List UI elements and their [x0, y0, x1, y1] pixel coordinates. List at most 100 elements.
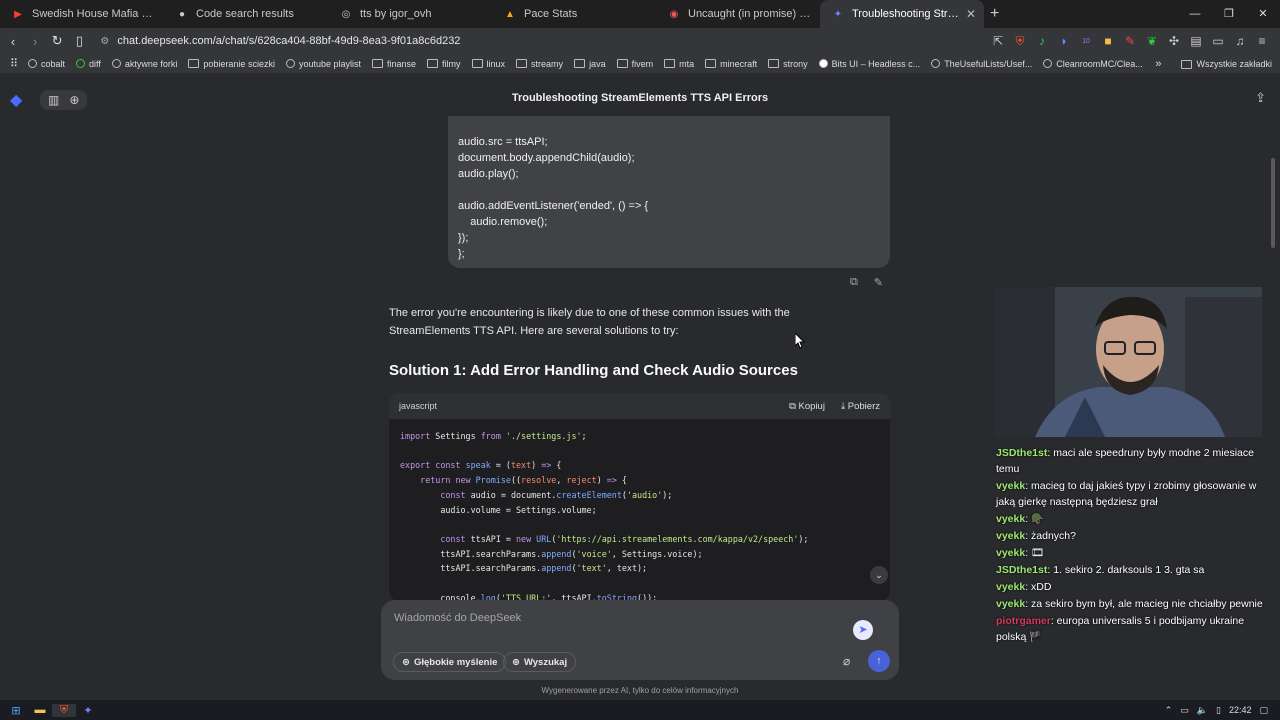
file-explorer-icon[interactable]: ▬ — [28, 704, 52, 716]
tab-3[interactable]: ▲ Pace Stats — [492, 0, 656, 28]
bookmark-favicon-icon — [111, 59, 121, 68]
minimize-icon[interactable]: — — [1178, 0, 1212, 28]
pen-ext-icon[interactable]: ✎ — [1122, 34, 1138, 48]
share-icon[interactable]: ⇪ — [1255, 90, 1266, 106]
chat-line: vyekk: za sekiro bym był, ale macieg nie… — [996, 598, 1263, 610]
folder-icon — [616, 59, 628, 68]
reload-icon[interactable]: ↻ — [48, 33, 66, 49]
all-bookmarks-folder[interactable]: Wszystkie zakładki — [1181, 59, 1272, 69]
copy-icon[interactable]: ⧉ — [850, 276, 858, 289]
browser-tab-strip: ▶Swedish House Mafia - Wait So S ●Code s… — [0, 0, 1280, 28]
tab-1[interactable]: ● Code search results — [164, 0, 328, 28]
share-page-icon[interactable]: ⇱ — [990, 34, 1006, 48]
back-icon[interactable]: ‹ — [4, 34, 22, 49]
chat-line: vyekk: 🪖 — [996, 513, 1045, 525]
bookmark-item[interactable]: CleanroomMC/Clea... — [1043, 59, 1143, 69]
close-tab-icon[interactable]: ✕ — [966, 7, 976, 21]
bookmark-folder[interactable]: filmy — [427, 59, 461, 69]
bookmark-item[interactable]: TheUsefulLists/Usef... — [931, 59, 1032, 69]
folder-icon — [372, 59, 383, 68]
assistant-answer-text: The error you're encountering is likely … — [389, 307, 790, 337]
puzzle-icon[interactable]: ✣ — [1166, 34, 1182, 48]
send-icon[interactable]: ↑ — [868, 650, 890, 672]
notification-icon[interactable]: ▢ — [1259, 705, 1268, 716]
page-scrollbar[interactable] — [1271, 158, 1275, 248]
bookmarks-overflow-icon[interactable]: » — [1155, 58, 1161, 70]
tab-0[interactable]: ▶Swedish House Mafia - Wait So S — [0, 0, 164, 28]
search-button[interactable]: ⊕ Wyszukaj — [503, 652, 577, 672]
tab-5[interactable]: ✦Troubleshooting StreamElements✕ — [820, 0, 984, 28]
menu-icon[interactable]: ≡ — [1254, 34, 1270, 48]
bookmark-folder[interactable]: streamy — [516, 59, 563, 69]
forward-icon[interactable]: › — [26, 34, 44, 49]
media-icon[interactable]: ♫ — [1232, 34, 1248, 48]
windows-taskbar: ⊞ ▬ ⛨ ✦ ⌃ ▭ 🔈 ▯ 22:42 ▢ — [0, 700, 1280, 720]
assistant-extension-icon[interactable]: ➤ — [853, 620, 873, 640]
attach-icon[interactable]: ⌀ — [843, 654, 850, 668]
bookmark-item[interactable]: youtube playlist — [285, 59, 361, 69]
address-bar[interactable]: ⚙ chat.deepseek.com/a/chat/s/628ca404-88… — [94, 30, 990, 52]
bookmark-folder[interactable]: mta — [664, 59, 694, 69]
deep-think-button[interactable]: ⊛ Głębokie myślenie — [393, 652, 507, 672]
solution-heading: Solution 1: Add Error Handling and Check… — [389, 362, 798, 379]
tab-2[interactable]: ◎ tts by igor_ovh — [328, 0, 492, 28]
bookmark-favicon-icon — [76, 59, 86, 68]
volume-icon[interactable]: 🔈 — [1197, 705, 1208, 716]
chat-line: JSDthe1st: 1. sekiro 2. darksouls 1 3. g… — [996, 564, 1205, 576]
apps-grid-icon[interactable]: ⠿ — [0, 57, 28, 70]
bookmark-item[interactable]: aktywne forki — [111, 59, 177, 69]
message-input-box[interactable]: Wiadomość do DeepSeek ⊛ Głębokie myślenie… — [381, 600, 899, 680]
bookmark-item[interactable]: pobieranie sciezki — [188, 59, 275, 69]
scroll-down-icon[interactable]: ⌄ — [870, 566, 888, 584]
screen: ▶Swedish House Mafia - Wait So S ●Code s… — [0, 0, 1280, 720]
bookmark-folder[interactable]: strony — [768, 59, 808, 69]
bookmark-folder[interactable]: minecraft — [705, 59, 757, 69]
copy-code-button[interactable]: ⧉ Kopiuj — [789, 401, 825, 412]
brave-browser-icon[interactable]: ⛨ — [52, 703, 76, 717]
folder-ext-icon[interactable]: ■ — [1100, 34, 1116, 48]
bookmark-folder[interactable]: linux — [471, 59, 505, 69]
leaf-ext-icon[interactable]: ❦ — [1144, 34, 1160, 48]
bookmark-item[interactable]: cobalt — [28, 59, 65, 69]
clock[interactable]: 22:42 — [1229, 705, 1252, 715]
message-input[interactable]: Wiadomość do DeepSeek — [394, 612, 521, 624]
sidebar-toggle-icon[interactable]: ▤ — [1188, 34, 1204, 48]
bookmark-folder[interactable]: fivem — [616, 59, 653, 69]
windows-start-icon[interactable]: ⊞ — [4, 704, 28, 717]
folder-icon — [768, 59, 780, 68]
extensions-area: ⇱ ⛨ ♪ ◗ 10 ■ ✎ ❦ ✣ ▤ ▭ ♫ ≡ — [990, 34, 1270, 49]
restore-icon[interactable]: ❐ — [1212, 0, 1246, 28]
chat-line: JSDthe1st: maci ale speedruny były modne… — [996, 447, 1254, 475]
ext-badge-icon[interactable]: 10 — [1078, 38, 1094, 45]
download-code-button[interactable]: ⤓ Pobierz — [841, 401, 880, 412]
bookmark-favicon-icon — [28, 59, 37, 68]
battery-icon[interactable]: ▯ — [1216, 705, 1221, 716]
site-info-icon[interactable]: ⚙ — [100, 36, 109, 47]
code-header: javascript ⧉ Kopiuj ⤓ Pobierz — [389, 393, 890, 419]
bookmark-item[interactable]: Bits UI – Headless c... — [818, 59, 920, 69]
bookmark-icon[interactable]: ▯ — [70, 33, 88, 49]
chevron-up-icon[interactable]: ⌃ — [1165, 705, 1173, 716]
brave-shield-icon[interactable]: ⛨ — [1012, 34, 1028, 49]
audio-ext-icon[interactable]: ◗ — [1056, 34, 1072, 48]
wallet-icon[interactable]: ▭ — [1210, 34, 1226, 48]
globe-icon: ◎ — [341, 8, 351, 20]
music-ext-icon[interactable]: ♪ — [1034, 34, 1050, 48]
close-window-icon[interactable]: ✕ — [1246, 0, 1280, 28]
chat-line: vyekk: macieg to daj jakieś typy i zrobi… — [996, 480, 1257, 508]
app-icon[interactable]: ✦ — [76, 704, 100, 717]
new-tab-icon[interactable]: + — [990, 5, 999, 23]
bookmark-item[interactable]: diff — [76, 59, 101, 69]
user-message-code: audio.src = ttsAPI; document.body.append… — [448, 116, 890, 268]
bookmarks-right: » Wszystkie zakładki — [1155, 54, 1272, 74]
bookmarks-bar: ⠿ cobalt diff aktywne forki pobieranie s… — [0, 54, 1280, 74]
navigation-bar: ‹ › ↻ ▯ ⚙ chat.deepseek.com/a/chat/s/628… — [0, 28, 1280, 54]
youtube-icon: ▶ — [14, 8, 22, 20]
tab-4[interactable]: ◉Uncaught (in promise) NotSupporte — [656, 0, 820, 28]
bookmark-folder[interactable]: java — [574, 59, 606, 69]
window-controls: — ❐ ✕ — [1178, 0, 1280, 28]
chat-line: vyekk: żadnych? — [996, 530, 1076, 542]
edit-icon[interactable]: ✎ — [874, 276, 883, 289]
bookmark-folder[interactable]: finanse — [372, 59, 416, 69]
network-icon[interactable]: ▭ — [1180, 705, 1189, 716]
